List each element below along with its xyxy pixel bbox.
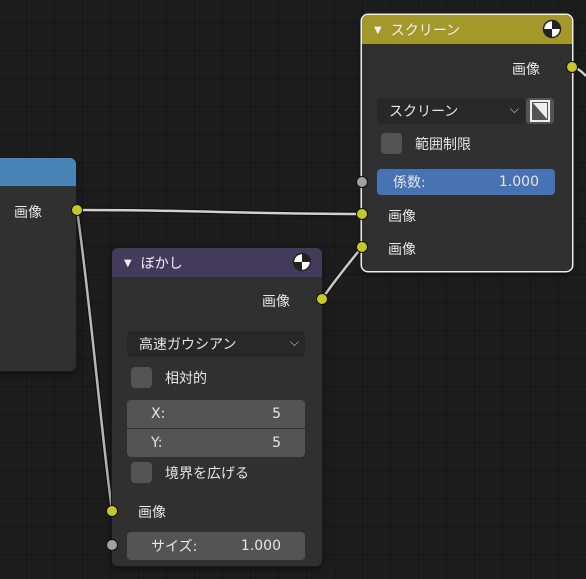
link-left-to-screen (76, 207, 363, 217)
size-field[interactable]: サイズ: 1.000 (127, 532, 305, 560)
screen-input2-label: 画像 (388, 242, 416, 258)
screen-node[interactable]: ▼ スクリーン 画像 スクリーン ⌵ 範囲制限 係数: 1.000 画像 画像 (362, 15, 572, 271)
factor-input-socket[interactable] (356, 176, 368, 188)
filter-type-value: 高速ガウシアン (139, 337, 237, 353)
relative-label: 相対的 (165, 370, 207, 387)
size-value: 1.000 (240, 538, 281, 554)
preview-toggle-icon[interactable] (542, 19, 562, 39)
size-y-field[interactable]: Y: 5 (127, 429, 305, 457)
screen-input1-label: 画像 (388, 209, 416, 225)
screen-node-title: スクリーン (390, 22, 461, 39)
blend-mode-dropdown[interactable]: スクリーン ⌵ (377, 98, 525, 124)
size-x-label: X: (151, 406, 166, 422)
blur-node[interactable]: ▼ ぼかし 画像 高速ガウシアン ⌵ 相対的 X: 5 Y: 5 境界を広げる … (112, 248, 322, 566)
size-x-field[interactable]: X: 5 (127, 400, 305, 428)
clamp-checkbox-row[interactable]: 範囲制限 (381, 133, 471, 154)
alpha-icon (530, 100, 550, 122)
screen-input1-socket[interactable] (356, 208, 368, 220)
size-label: サイズ: (151, 539, 198, 555)
clamp-label: 範囲制限 (415, 136, 471, 153)
blur-input-socket[interactable] (106, 505, 118, 517)
screen-node-header[interactable]: ▼ スクリーン (362, 15, 572, 44)
clamp-checkbox[interactable] (381, 133, 402, 154)
extend-bounds-checkbox[interactable] (131, 462, 152, 483)
size-y-value: 5 (272, 435, 281, 451)
size-x-value: 5 (272, 406, 281, 422)
relative-checkbox-row[interactable]: 相対的 (131, 367, 207, 388)
left-node-output-socket[interactable] (71, 204, 83, 216)
blur-input-label: 画像 (138, 505, 166, 521)
screen-output-label: 画像 (512, 62, 540, 78)
preview-toggle-icon[interactable] (292, 252, 312, 272)
blur-node-title: ぼかし (140, 255, 183, 272)
use-alpha-button[interactable] (526, 98, 554, 124)
extend-bounds-label: 境界を広げる (165, 465, 249, 482)
size-input-socket[interactable] (106, 539, 118, 551)
collapse-triangle-icon[interactable]: ▼ (374, 25, 382, 36)
left-node-header[interactable] (0, 158, 76, 186)
chevron-down-icon: ⌵ (509, 102, 519, 116)
left-node-output-label: 画像 (14, 205, 42, 221)
factor-value: 1.000 (498, 174, 539, 190)
factor-label: 係数: (393, 175, 426, 191)
link-blur-to-screen (319, 245, 364, 301)
screen-output-socket[interactable] (566, 61, 578, 73)
blur-output-socket[interactable] (316, 293, 328, 305)
blur-node-header[interactable]: ▼ ぼかし (112, 248, 322, 277)
extend-bounds-checkbox-row[interactable]: 境界を広げる (131, 462, 249, 483)
filter-type-dropdown[interactable]: 高速ガウシアン ⌵ (127, 331, 305, 357)
relative-checkbox[interactable] (131, 367, 152, 388)
factor-field[interactable]: 係数: 1.000 (377, 169, 555, 195)
link-left-to-blur (74, 209, 115, 512)
left-node[interactable]: 画像 (0, 158, 76, 371)
chevron-down-icon: ⌵ (289, 335, 299, 349)
blur-output-label: 画像 (262, 294, 290, 310)
blend-mode-value: スクリーン (389, 104, 459, 120)
collapse-triangle-icon[interactable]: ▼ (124, 258, 132, 269)
screen-input2-socket[interactable] (356, 241, 368, 253)
size-y-label: Y: (151, 435, 163, 451)
